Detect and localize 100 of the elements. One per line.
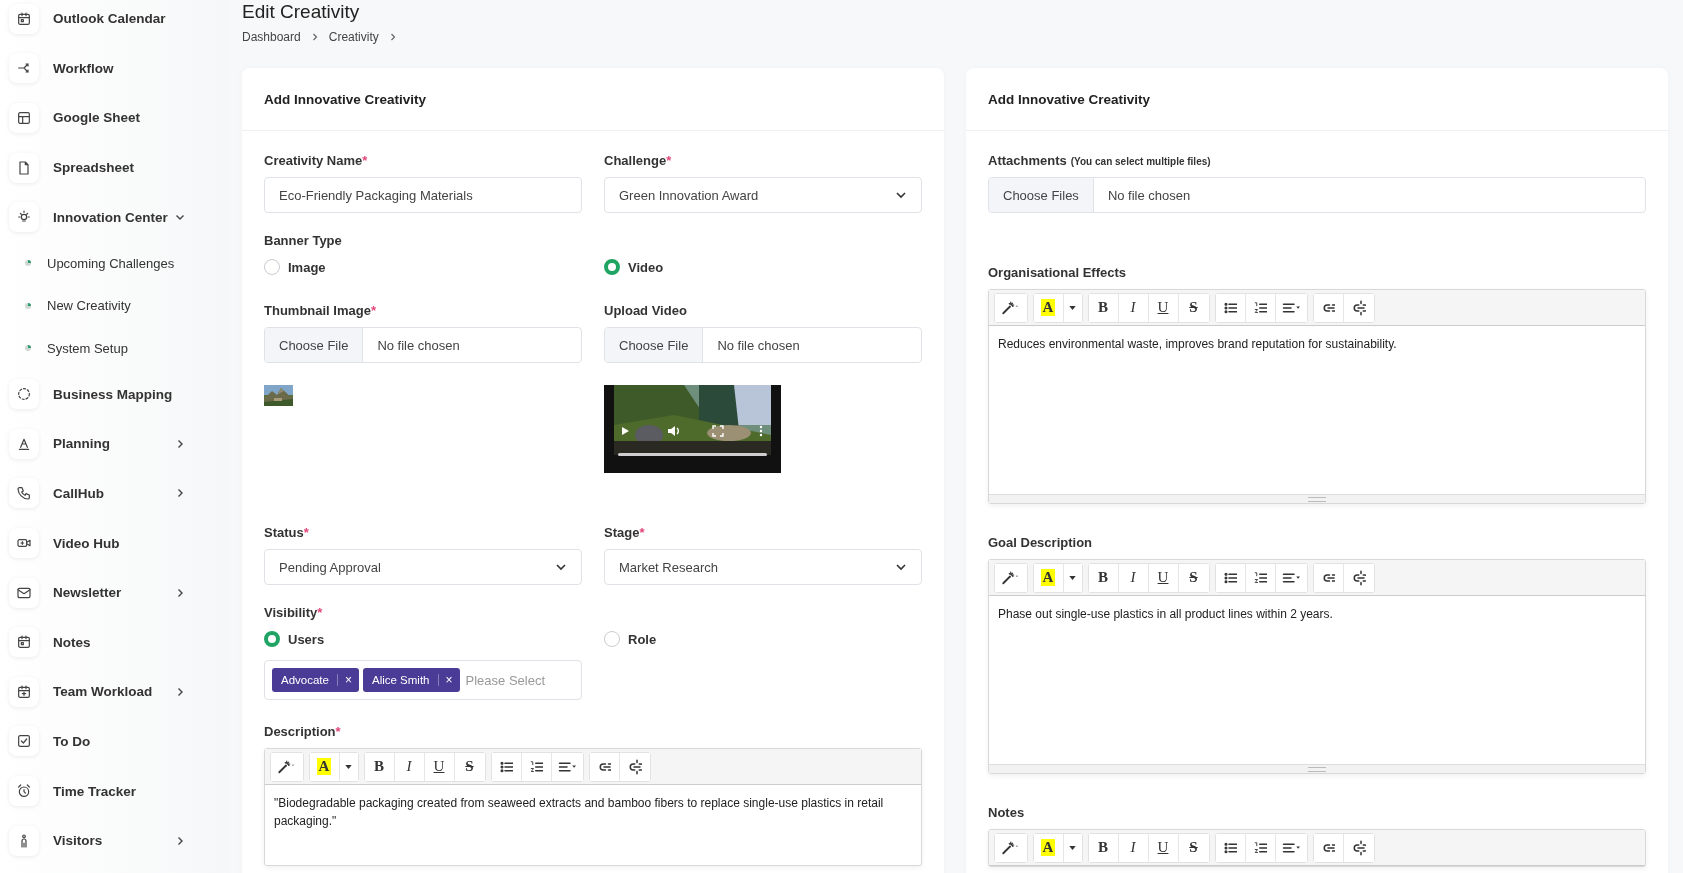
breadcrumb-link[interactable]: Dashboard	[242, 30, 301, 44]
stage-select[interactable]: Market Research	[604, 549, 922, 585]
color-button[interactable]: A	[309, 752, 340, 781]
sidebar-item[interactable]: Planning	[53, 436, 174, 452]
field-label: Stage*	[604, 524, 646, 542]
sidebar-subitem[interactable]: Upcoming Challenges	[47, 255, 175, 271]
sidebar-item[interactable]: Outlook Calendar	[53, 11, 230, 27]
magic-button[interactable]	[271, 752, 303, 781]
field-label: Visibility*	[264, 604, 324, 622]
radio-label[interactable]: Video	[628, 259, 664, 275]
page-title: Edit Creativity	[242, 0, 361, 24]
calendar-icon[interactable]	[9, 676, 39, 707]
calendar-icon[interactable]	[9, 3, 39, 34]
checkbox-icon[interactable]	[9, 726, 39, 757]
sidebar-item[interactable]: Business Mapping	[53, 386, 230, 402]
sidebar-item[interactable]: To Do	[53, 733, 230, 749]
sidebar-item[interactable]: Notes	[53, 634, 230, 650]
sidebar-subitem[interactable]: New Creativity	[47, 298, 131, 314]
calendar-icon[interactable]	[9, 627, 39, 658]
file-status: No file chosen	[1106, 187, 1191, 203]
radio-button[interactable]	[264, 259, 280, 275]
radio-label[interactable]: Users	[288, 631, 325, 647]
text-style-icon[interactable]	[9, 428, 39, 459]
color-button[interactable]: A	[1033, 563, 1064, 592]
file-input[interactable]: Choose File No file chosen	[264, 327, 582, 363]
sidebar-item[interactable]: Spreadsheet	[53, 160, 230, 176]
choose-file-button[interactable]: Choose File	[605, 328, 704, 362]
file-status: No file chosen	[376, 337, 460, 353]
choose-files-button[interactable]: Choose Files	[989, 178, 1094, 212]
ul-button[interactable]	[491, 752, 522, 781]
bold-button[interactable]: B	[364, 752, 395, 781]
ul-button[interactable]	[1215, 293, 1246, 322]
video-camera-icon[interactable]	[9, 528, 39, 559]
alarm-clock-icon[interactable]	[9, 776, 39, 806]
link-button[interactable]	[590, 752, 620, 781]
link-button[interactable]	[1314, 563, 1344, 592]
phone-icon[interactable]	[9, 478, 39, 509]
color-button[interactable]: A	[1033, 833, 1064, 862]
sidebar-item[interactable]: Time Tracker	[53, 783, 230, 799]
link-button[interactable]	[1314, 833, 1344, 862]
radio-button[interactable]	[604, 259, 620, 275]
sidebar-item[interactable]: Video Hub	[53, 535, 230, 551]
play-icon[interactable]	[619, 425, 631, 437]
sidebar-item[interactable]: Workflow	[53, 60, 230, 76]
sidebar-item[interactable]: Team Workload	[53, 684, 174, 700]
color-button[interactable]: A	[1033, 293, 1064, 322]
field-label: Upload Video	[604, 302, 688, 320]
remove-button[interactable]: ×	[341, 673, 355, 687]
name-input[interactable]: Eco-Friendly Packaging Materials	[264, 177, 582, 213]
link-button[interactable]	[1314, 293, 1344, 322]
bold-button[interactable]: B	[1088, 293, 1119, 322]
challenge-select[interactable]: Green Innovation Award	[604, 177, 922, 213]
fullscreen-icon[interactable]	[712, 425, 724, 437]
file-input[interactable]: Choose Files No file chosen	[988, 177, 1646, 213]
ul-button[interactable]	[1215, 563, 1246, 592]
file-input[interactable]: Choose File No file chosen	[604, 327, 922, 363]
sidebar-item[interactable]: CallHub	[53, 485, 174, 501]
radio-label[interactable]: Role	[628, 631, 657, 647]
more-icon[interactable]	[759, 425, 763, 437]
magic-button[interactable]	[995, 293, 1027, 322]
sidebar-item[interactable]: Innovation Center	[53, 209, 174, 225]
sidebar-item[interactable]: Visitors	[53, 833, 174, 849]
unlink-icon	[1352, 568, 1366, 587]
choose-file-button[interactable]: Choose File	[265, 328, 364, 362]
magic-button[interactable]	[995, 563, 1027, 592]
share-icon[interactable]	[9, 53, 39, 84]
bold-button[interactable]: B	[1088, 563, 1119, 592]
tag-label: Alice Smith	[371, 674, 430, 686]
sidebar-item[interactable]: Newsletter	[53, 585, 174, 601]
resize-handle[interactable]	[989, 764, 1645, 773]
status-select[interactable]: Pending Approval	[264, 549, 582, 585]
unlink-icon	[1352, 838, 1366, 857]
radio-button[interactable]	[604, 631, 620, 647]
ul-button[interactable]	[1215, 833, 1246, 862]
card-title: Add Innovative Creativity	[988, 91, 1151, 107]
resize-handle[interactable]	[989, 494, 1645, 503]
magic-button[interactable]	[995, 833, 1027, 862]
radio-button[interactable]	[264, 631, 280, 647]
field-label: Banner Type	[264, 232, 343, 250]
editor-text[interactable]: Phase out single-use plastics in all product lines within 2 years.	[989, 596, 1645, 764]
editor-text[interactable]: Reduces environmental waste, improves brand reputation for sustainability.	[989, 326, 1645, 494]
table-icon[interactable]	[9, 103, 39, 133]
field-label: Attachments	[988, 152, 1067, 170]
file-icon[interactable]	[9, 152, 39, 183]
sidebar-subitem[interactable]: System Setup	[47, 340, 128, 356]
volume-icon[interactable]	[667, 425, 681, 437]
radio-label[interactable]: Image	[288, 259, 326, 275]
editor-text[interactable]: "Biodegradable packaging created from seaweed extracts and bamboo fibers to replace single-use plastics in retail packaging."	[265, 785, 921, 865]
bold-button[interactable]: B	[1088, 833, 1119, 862]
mail-icon[interactable]	[9, 577, 39, 608]
card-title: Add Innovative Creativity	[264, 91, 427, 107]
unlink-icon	[628, 757, 642, 776]
lightbulb-icon[interactable]	[9, 202, 39, 233]
breadcrumb-item: Creativity	[328, 30, 379, 44]
sidebar-item[interactable]: Google Sheet	[53, 110, 230, 126]
user-select-field[interactable]: Advocate × Alice Smith × Please Select	[264, 660, 582, 700]
remove-button[interactable]: ×	[442, 673, 456, 687]
person-icon[interactable]	[9, 825, 39, 856]
field-label: Creativity Name*	[264, 152, 369, 170]
field-label: Description*	[264, 723, 342, 741]
